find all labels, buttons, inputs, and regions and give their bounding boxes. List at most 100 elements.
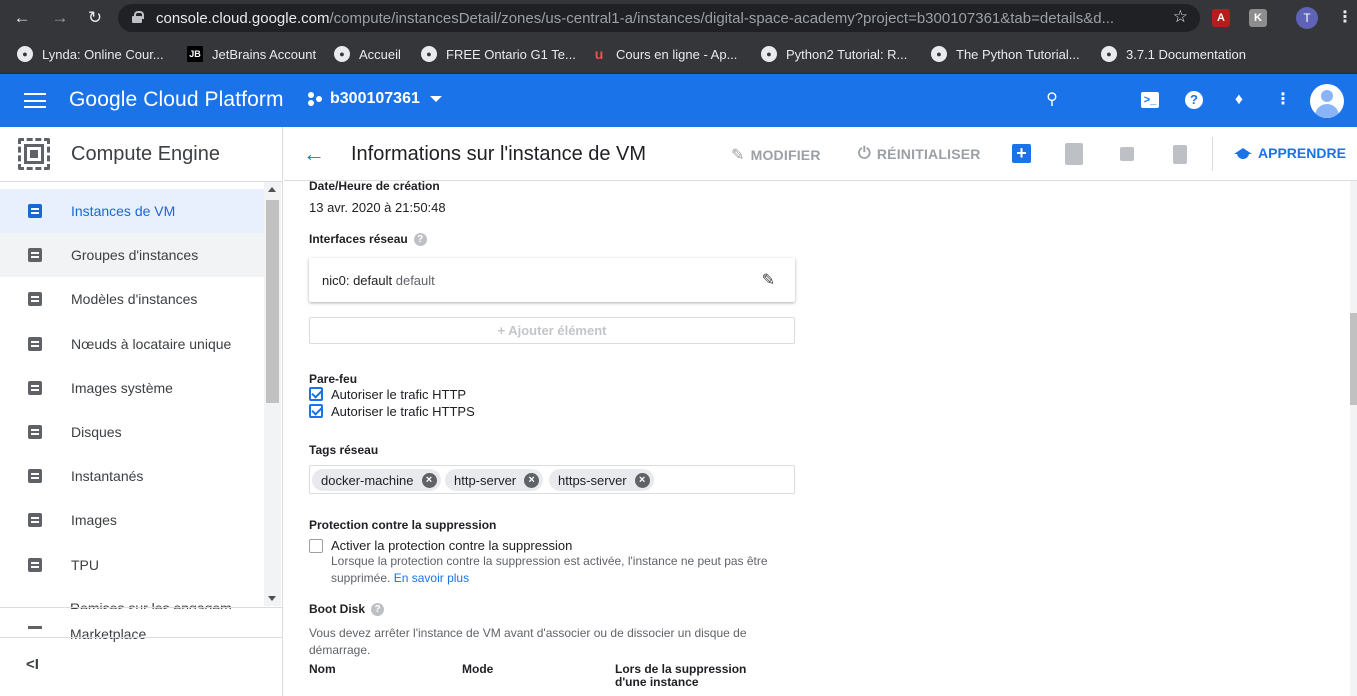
- column-header-name: Nom: [309, 662, 336, 676]
- jetbrains-icon: JB: [187, 46, 203, 62]
- deletion-protection-label: Protection contre la suppression: [309, 518, 497, 532]
- globe-icon: ●: [1101, 46, 1117, 62]
- sidebar-item-sole-tenant-nodes[interactable]: Nœuds à locataire unique: [0, 322, 264, 366]
- bookmark-item[interactable]: u Cours en ligne - Ap...: [591, 46, 738, 62]
- udemy-icon: u: [594, 46, 604, 62]
- sidebar-item-instance-groups[interactable]: Groupes d'instances: [0, 233, 264, 278]
- edit-nic-icon[interactable]: ✎: [762, 270, 775, 290]
- nic-name: nic0: default default: [322, 273, 435, 288]
- reload-icon[interactable]: ↻: [84, 7, 106, 29]
- chevron-down-icon: [429, 96, 442, 102]
- create-similar-icon[interactable]: +: [1012, 144, 1031, 163]
- bookmark-item[interactable]: ● Python2 Tutorial: R...: [761, 46, 907, 62]
- firewall-label: Pare-feu: [309, 372, 358, 386]
- globe-icon: ●: [931, 46, 947, 62]
- project-icon: [308, 92, 322, 106]
- tag-chip: https-server ×: [549, 469, 654, 491]
- globe-icon: ●: [17, 46, 33, 62]
- help-icon[interactable]: ?: [413, 233, 427, 247]
- pencil-icon: ✎: [731, 147, 745, 164]
- deletion-protection-checkbox[interactable]: [309, 539, 323, 553]
- network-interface-card: nic0: default default ✎: [309, 258, 795, 302]
- school-icon: [1234, 146, 1252, 160]
- column-header-on-delete: Lors de la suppression d'une instance: [615, 662, 747, 689]
- notifications-icon[interactable]: ♦: [1229, 90, 1249, 110]
- https-checkbox-label: Autoriser le trafic HTTPS: [331, 404, 475, 419]
- sidebar-item-instance-templates[interactable]: Modèles d'instances: [0, 277, 264, 321]
- instance-groups-icon: [28, 248, 42, 263]
- menu-icon[interactable]: [24, 93, 46, 108]
- sidebar-item-images[interactable]: Images: [0, 498, 264, 542]
- disk-icon: [28, 425, 42, 440]
- deletion-protection-description: Lorsque la protection contre la suppress…: [331, 554, 768, 585]
- search-icon[interactable]: ⚲: [1042, 90, 1062, 110]
- compute-engine-icon: [18, 138, 50, 170]
- sidebar-item-vm-instances[interactable]: Instances de VM: [0, 189, 264, 234]
- network-tags-label: Tags réseau: [309, 443, 379, 457]
- pdf-extension-icon[interactable]: A: [1212, 9, 1230, 27]
- back-icon[interactable]: ←: [11, 7, 33, 29]
- help-icon[interactable]: ?: [371, 603, 385, 617]
- https-checkbox[interactable]: [309, 404, 323, 418]
- tag-chip: docker-machine ×: [312, 469, 441, 491]
- address-bar[interactable]: console.cloud.google.com/compute/instanc…: [118, 4, 1200, 32]
- bookmark-item[interactable]: ● FREE Ontario G1 Te...: [421, 46, 576, 62]
- clone-icon: [1065, 143, 1083, 165]
- delete-icon: [1173, 145, 1187, 164]
- tag-chip: http-server ×: [445, 469, 544, 491]
- globe-icon: ●: [421, 46, 437, 62]
- http-checkbox[interactable]: [309, 387, 323, 401]
- images-icon: [28, 513, 42, 528]
- remove-tag-icon[interactable]: ×: [524, 472, 540, 488]
- network-tags-input[interactable]: docker-machine × http-server × https-serve…: [309, 465, 795, 494]
- sidebar-item-machine-images[interactable]: Images système: [0, 366, 264, 410]
- bookmark-star-icon[interactable]: ☆: [1173, 7, 1188, 27]
- bookmark-item[interactable]: JB JetBrains Account: [187, 46, 316, 62]
- marketplace-icon: [28, 626, 42, 634]
- machine-images-icon: [28, 380, 42, 395]
- remove-tag-icon[interactable]: ×: [421, 472, 437, 488]
- sidebar-item-marketplace[interactable]: Marketplace: [0, 607, 282, 642]
- sidebar-item-snapshots[interactable]: Instantanés: [0, 454, 264, 498]
- column-header-mode: Mode: [462, 662, 494, 676]
- snapshot-icon: [28, 469, 42, 484]
- sidebar-item-tpu[interactable]: TPU: [0, 543, 264, 587]
- url-text: console.cloud.google.com/compute/instanc…: [156, 10, 1115, 27]
- remove-tag-icon[interactable]: ×: [634, 472, 650, 488]
- main-scrollbar[interactable]: [1350, 181, 1357, 696]
- bookmark-item[interactable]: ● Accueil: [334, 46, 401, 62]
- edit-button[interactable]: ✎ MODIFIER: [731, 145, 821, 165]
- learn-more-link[interactable]: En savoir plus: [394, 571, 469, 585]
- page-toolbar: ← Informations sur l'instance de VM ✎ MOD…: [284, 127, 1357, 181]
- deletion-protection-checkbox-label: Activer la protection contre la suppress…: [331, 538, 573, 553]
- bookmark-item[interactable]: ● 3.7.1 Documentation: [1101, 46, 1246, 62]
- cloud-shell-icon[interactable]: >_: [1141, 92, 1159, 108]
- k-extension-icon[interactable]: K: [1249, 9, 1267, 27]
- profile-avatar[interactable]: T: [1296, 7, 1318, 29]
- forward-icon[interactable]: →: [49, 7, 71, 29]
- globe-icon: ●: [761, 46, 777, 62]
- learn-button[interactable]: APPRENDRE: [1234, 145, 1346, 161]
- back-arrow-icon[interactable]: ←: [303, 141, 325, 167]
- browser-toolbar: ← → ↻ console.cloud.google.com/compute/i…: [0, 0, 1357, 36]
- sidebar: Compute Engine Instances de VM Groupes d…: [0, 127, 283, 696]
- network-interfaces-label: Interfaces réseau?: [309, 232, 427, 247]
- account-avatar[interactable]: [1310, 84, 1344, 118]
- brand-title[interactable]: Google Cloud Platform: [69, 88, 284, 112]
- bookmark-item[interactable]: ● Lynda: Online Cour...: [17, 46, 164, 62]
- http-checkbox-label: Autoriser le trafic HTTP: [331, 387, 467, 402]
- reset-button[interactable]: ⏻ RÉINITIALISER: [858, 145, 981, 163]
- power-icon: ⏻: [858, 145, 871, 162]
- sidebar-scrollbar[interactable]: [264, 182, 281, 606]
- add-item-button: + Ajouter élément: [309, 317, 795, 344]
- bookmark-item[interactable]: ● The Python Tutorial...: [931, 46, 1080, 62]
- collapse-sidebar-button[interactable]: <I: [0, 637, 282, 696]
- sidebar-item-disks[interactable]: Disques: [0, 410, 264, 454]
- project-selector[interactable]: b300107361: [308, 90, 442, 108]
- instance-templates-icon: [28, 292, 42, 307]
- more-vert-icon[interactable]: ⋮: [1273, 90, 1293, 110]
- help-icon[interactable]: ?: [1185, 91, 1203, 109]
- sidebar-header: Compute Engine: [0, 127, 282, 182]
- browser-menu-icon[interactable]: ⋮: [1337, 8, 1353, 28]
- globe-icon: ●: [334, 46, 350, 62]
